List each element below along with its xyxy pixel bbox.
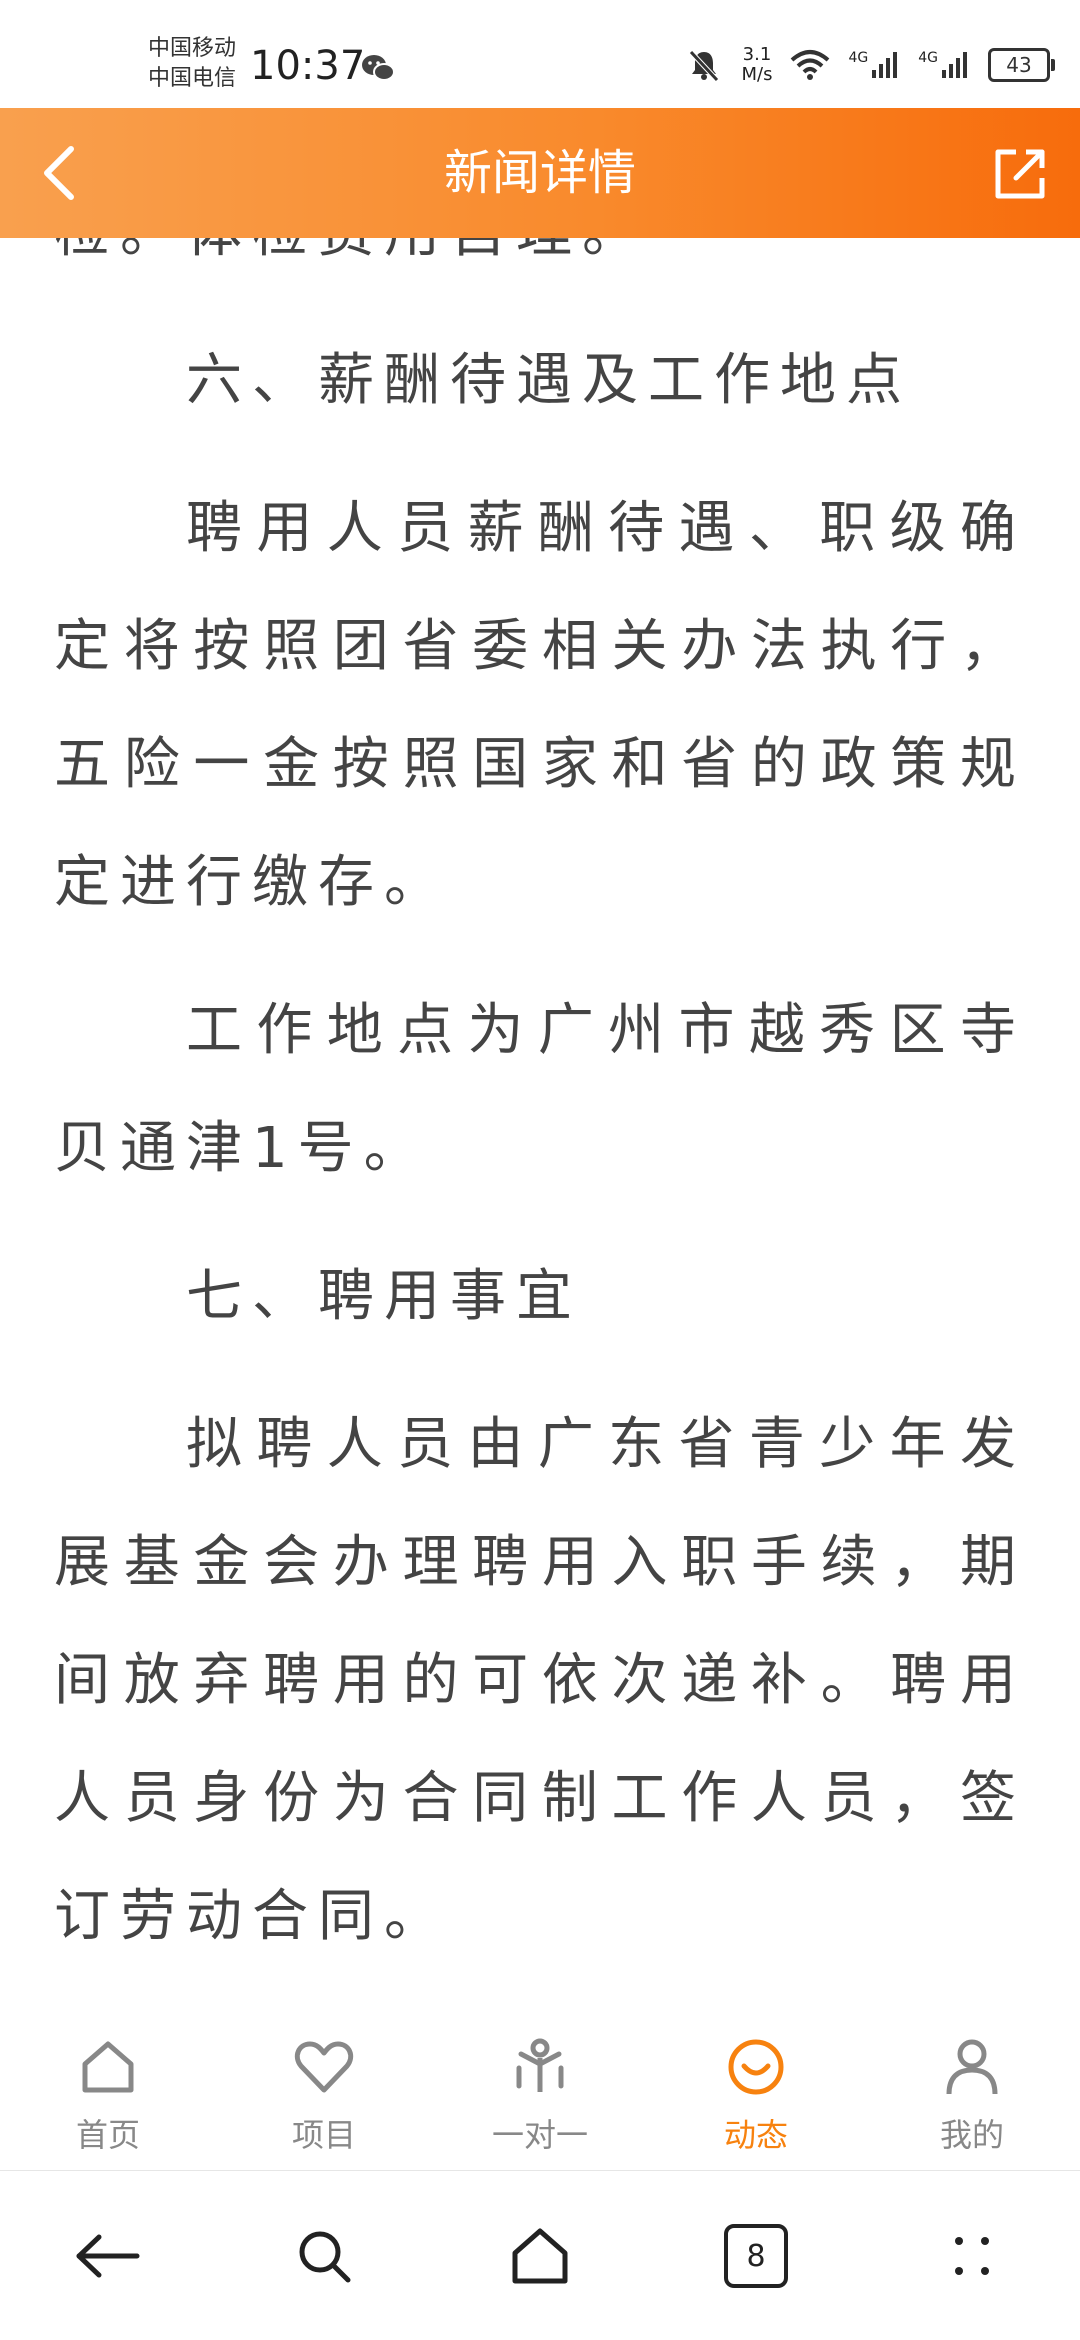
arrow-left-icon — [76, 2234, 140, 2278]
network-type-2: 4G — [918, 50, 938, 66]
article-paragraph: 聘用人员薪酬待遇、职级确定将按照团省委相关办法执行，五险一金按照国家和省的政策规… — [54, 496, 1026, 915]
speed-unit: M/s — [741, 64, 773, 85]
system-nav-bar: 8 — [0, 2172, 1080, 2340]
tab-label: 首页 — [75, 2116, 140, 2154]
battery-indicator: 43 — [988, 48, 1055, 82]
home-icon — [82, 2041, 134, 2093]
search-icon — [299, 2231, 351, 2283]
tab-profile[interactable]: 我的 — [872, 2010, 1072, 2156]
mute-bell-icon — [689, 50, 720, 82]
article-paragraph: 工作地点为广州市越秀区寺贝通津1号。 — [54, 998, 1026, 1181]
tab-news[interactable]: 动态 — [656, 2010, 856, 2156]
signal-1: 4G — [848, 50, 900, 80]
article-heading: 六、薪酬待遇及工作地点 — [186, 348, 912, 413]
article-heading: 七、聘用事宜 — [186, 1264, 582, 1329]
nav-menu-button[interactable] — [912, 2196, 1032, 2316]
status-icons: 3.1 M/s 4G 4G 43 — [685, 40, 1055, 90]
signal-bars-icon — [872, 52, 898, 78]
carrier-2: 中国电信 — [148, 66, 237, 91]
bottom-tab-bar: 首页 项目 一对一 动态 我的 — [0, 2010, 1080, 2171]
share-button[interactable] — [984, 138, 1056, 210]
back-button[interactable] — [24, 138, 94, 208]
tab-home[interactable]: 首页 — [8, 2010, 208, 2156]
tab-projects[interactable]: 项目 — [224, 2010, 424, 2156]
heart-icon — [294, 2041, 354, 2093]
chevron-left-icon — [44, 146, 74, 200]
app-header: 新闻详情 — [0, 108, 1080, 238]
article-paragraph: 拟聘人员由广东省青少年发展基金会办理聘用入职手续，期间放弃聘用的可依次递补。聘用… — [54, 1412, 1026, 1949]
network-type-1: 4G — [848, 50, 869, 66]
speed-value: 3.1 — [742, 44, 772, 65]
menu-dots-icon — [955, 2237, 989, 2275]
signal-bars-icon — [942, 52, 967, 78]
home-outline-icon — [512, 2228, 568, 2284]
network-speed: 3.1 M/s — [741, 45, 772, 85]
status-time: 10:37 — [250, 43, 366, 89]
wifi-icon — [791, 50, 830, 80]
carrier-info: 中国移动 中国电信 — [148, 34, 236, 94]
tab-label: 我的 — [939, 2116, 1004, 2154]
status-bar: 中国移动 中国电信 10:37 3.1 M/s 4G 4G 43 — [0, 0, 1080, 108]
tab-one-on-one[interactable]: 一对一 — [440, 2010, 640, 2156]
nav-tabs-button[interactable]: 8 — [696, 2196, 816, 2316]
article-paragraph: 检。体检费用自理。 — [54, 230, 648, 265]
signal-2: 4G — [918, 50, 970, 80]
article-body[interactable]: 检。体检费用自理。 六、薪酬待遇及工作地点 聘用人员薪酬待遇、职级确定将按照团省… — [0, 230, 1080, 2010]
wechat-icon — [362, 55, 395, 81]
nav-home-button[interactable] — [480, 2196, 600, 2316]
tabs-count: 8 — [724, 2224, 788, 2288]
share-external-icon — [995, 149, 1045, 199]
tab-label: 项目 — [291, 2116, 356, 2154]
nav-back-button[interactable] — [48, 2196, 168, 2316]
tab-label: 一对一 — [491, 2116, 588, 2154]
user-icon — [946, 2039, 998, 2095]
smile-icon — [728, 2039, 784, 2095]
nav-search-button[interactable] — [264, 2196, 384, 2316]
carrier-1: 中国移动 — [148, 36, 237, 61]
tab-label: 动态 — [723, 2116, 788, 2154]
people-icon — [516, 2038, 564, 2092]
page-title: 新闻详情 — [443, 145, 636, 201]
